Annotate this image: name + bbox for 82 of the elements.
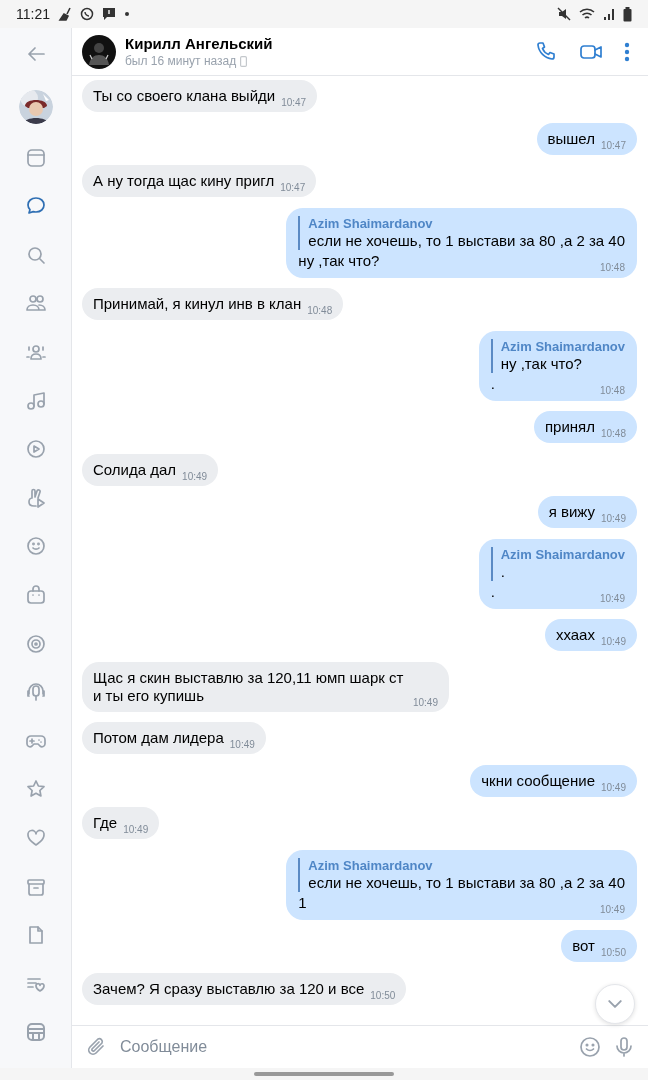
message-text: Щас я скин выставлю за 120,11 юмп шарк ст и ты его купишь (93, 668, 405, 705)
message-time: 10:49 (182, 470, 208, 483)
clock-time: 11:21 (16, 6, 50, 22)
message-bubble[interactable]: вот 10:50 (561, 930, 637, 962)
message-text: чкни сообщение (481, 771, 595, 790)
message-text: ххаах (555, 626, 595, 644)
message-bubble[interactable]: Azim Shaimardanov если не хочешь, то 1 выстави за 80 ,а 2 за 40 ну ,так что? 10:48 (286, 207, 637, 278)
message-text: А ну тогда щас кину пригл (93, 172, 275, 190)
message-bubble[interactable]: ххаах 10:49 (544, 619, 637, 651)
broom-icon (58, 7, 72, 21)
message-time: 10:48 (600, 428, 626, 440)
message-text: ну ,так что? (298, 251, 380, 270)
message-time: 10:49 (600, 513, 626, 525)
message-text: 1 (298, 893, 307, 912)
message-time: 10:49 (599, 592, 625, 605)
message-time: 10:47 (281, 97, 307, 109)
message-text: вот (572, 937, 595, 955)
quote-text: если не хочешь, то 1 выстави за 80 ,а 2 за 40 (308, 873, 625, 892)
message-time: 10:50 (370, 989, 396, 1002)
dot-icon (124, 11, 130, 17)
message-text: Зачем? Я сразу выставлю за 120 и все (93, 979, 365, 998)
message-field[interactable]: Сообщение (118, 1037, 568, 1057)
message-time: 10:48 (307, 305, 333, 317)
message-bubble[interactable]: принял 10:48 (533, 411, 637, 443)
phone-device-icon (240, 55, 248, 67)
message-bubble[interactable]: я вижу 10:49 (537, 496, 637, 528)
message-bubble[interactable]: чкни сообщение 10:49 (470, 764, 637, 797)
message-text: . (490, 582, 495, 601)
smile-icon (578, 1035, 602, 1059)
quote-author: Azim Shaimardanov (308, 857, 434, 874)
message-time: 10:49 (600, 781, 626, 794)
wifi-icon (579, 7, 595, 21)
message-bubble[interactable]: Принимай, я кинул инв в клан 10:48 (82, 288, 344, 320)
signal-icon (603, 7, 615, 21)
message-text: . (490, 374, 495, 393)
quote-text: . (500, 562, 506, 581)
quote-text: если не хочешь, то 1 выстави за 80 ,а 2 за 40 (308, 231, 625, 250)
message-bubble[interactable]: вышел 10:47 (536, 122, 637, 155)
message-bubble[interactable]: Зачем? Я сразу выставлю за 120 и все 10:50 (82, 972, 407, 1005)
battery-icon (623, 6, 632, 22)
message-time: 10:49 (600, 636, 626, 648)
emoji-button[interactable] (578, 1035, 602, 1059)
scroll-down-button[interactable] (595, 984, 635, 1024)
message-text: Потом дам лидера (93, 729, 224, 747)
contact-name[interactable]: Кирилл Ангельский (125, 35, 519, 52)
message-bubble[interactable]: Потом дам лидера 10:49 (82, 722, 266, 754)
message-time: 10:48 (599, 261, 625, 274)
message-time: 10:48 (599, 384, 625, 397)
quote-author: Azim Shaimardanov (308, 215, 434, 232)
message-text: вышел (547, 129, 595, 148)
message-bubble[interactable]: Ты со своего клана выйди 10:47 (82, 80, 318, 112)
message-time: 10:49 (412, 696, 438, 709)
chevron-down-icon (608, 1000, 622, 1008)
message-time: 10:47 (600, 139, 626, 152)
message-bubble[interactable]: Azim Shaimardanov . . 10:49 (478, 538, 637, 609)
reply-quote[interactable]: Azim Shaimardanov . (490, 546, 625, 581)
message-time: 10:49 (229, 739, 255, 751)
message-text: Принимай, я кинул инв в клан (93, 295, 302, 313)
reply-quote[interactable]: Azim Shaimardanov если не хочешь, то 1 выстави за 80 ,а 2 за 40 (298, 857, 625, 892)
message-text: принял (544, 418, 595, 436)
message-time: 10:47 (280, 182, 306, 194)
message-bubble[interactable]: А ну тогда щас кину пригл 10:47 (82, 165, 317, 197)
message-bubble[interactable]: Солида дал 10:49 (82, 453, 219, 486)
message-bubble[interactable]: Azim Shaimardanov если не хочешь, то 1 выстави за 80 ,а 2 за 40 1 10:49 (286, 849, 637, 920)
message-text: Где (93, 814, 118, 832)
message-time: 10:49 (123, 824, 149, 836)
reply-quote[interactable]: Azim Shaimardanov ну ,так что? (490, 338, 625, 373)
message-text: Солида дал (93, 460, 177, 479)
quote-author: Azim Shaimardanov (500, 338, 625, 355)
message-alert-icon (102, 7, 116, 21)
message-text: Ты со своего клана выйди (93, 87, 276, 105)
mute-icon (557, 7, 571, 21)
message-bubble[interactable]: Щас я скин выставлю за 120,11 юмп шарк ст и ты его купишь 10:49 (82, 661, 449, 712)
quote-author: Azim Shaimardanov (500, 546, 625, 563)
message-text: я вижу (548, 503, 595, 521)
last-seen: был 16 минут назад (125, 54, 237, 68)
more-icon (624, 41, 630, 62)
message-bubble[interactable]: Azim Shaimardanov ну ,так что? . 10:48 (478, 330, 637, 401)
message-time: 10:49 (599, 903, 625, 916)
message-time: 10:50 (600, 947, 626, 959)
quote-text: ну ,так что? (500, 354, 583, 373)
message-bubble[interactable]: Где 10:49 (82, 807, 160, 839)
